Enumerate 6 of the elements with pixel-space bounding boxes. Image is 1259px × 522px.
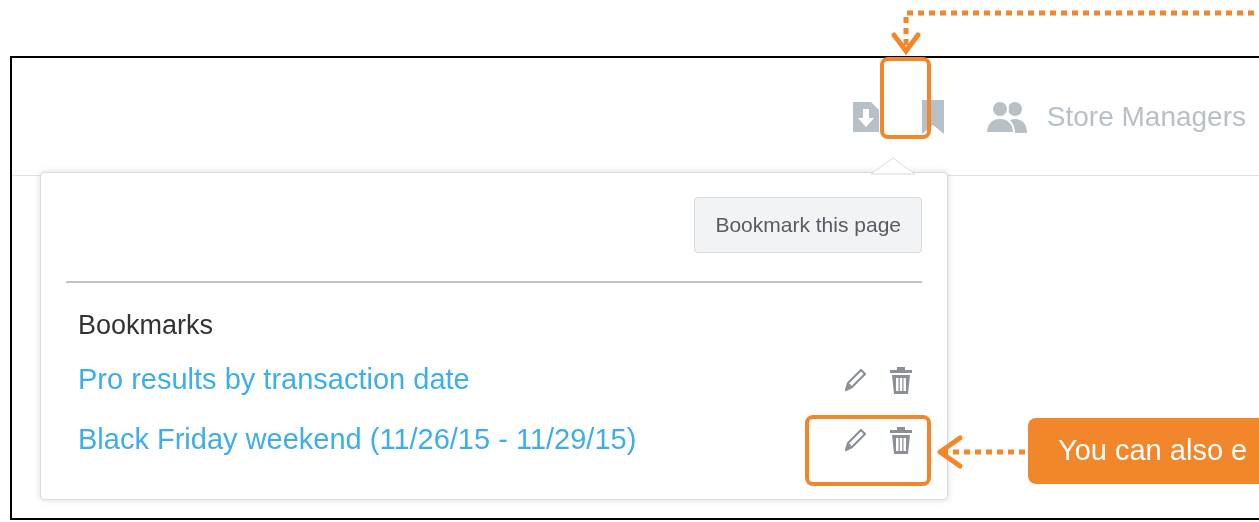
- bookmark-page-button[interactable]: Bookmark this page: [694, 197, 922, 253]
- bookmarks-heading: Bookmarks: [78, 309, 215, 342]
- bookmark-link[interactable]: Pro results by transaction date: [78, 357, 470, 402]
- user-group-label[interactable]: Store Managers: [1046, 95, 1246, 138]
- bookmark-link[interactable]: Black Friday weekend (11/26/15 - 11/29/15): [78, 417, 637, 462]
- callout-text: You can also e: [1058, 433, 1248, 469]
